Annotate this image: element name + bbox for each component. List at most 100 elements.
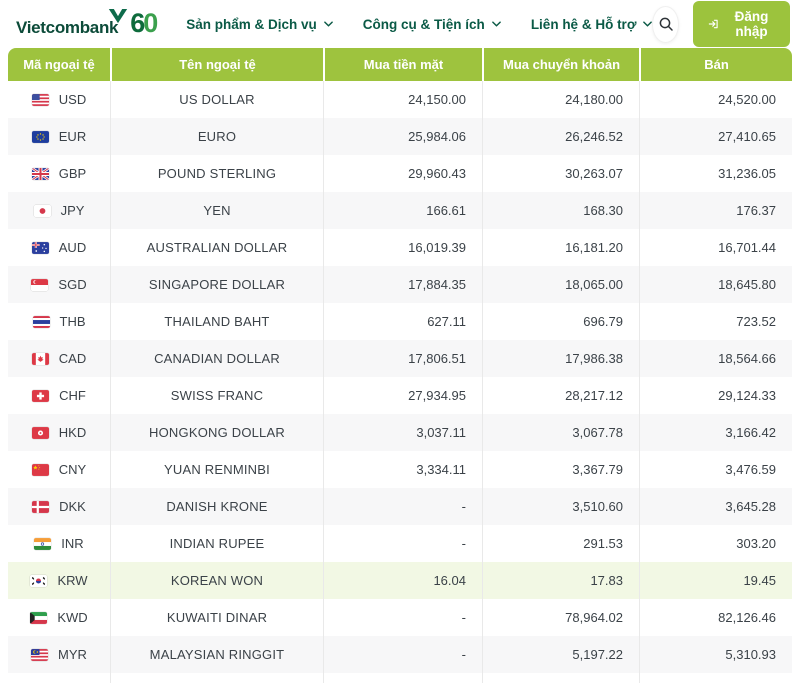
sell-cell: 29,124.33	[639, 377, 792, 414]
buy-cash-cell: 24,150.00	[323, 81, 482, 118]
currency-code: CHF	[59, 388, 86, 403]
currency-name-cell: MALAYSIAN RINGGIT	[110, 636, 323, 673]
currency-code: CNY	[58, 462, 87, 477]
currency-code: DKK	[59, 499, 86, 514]
sell-cell: 19.45	[639, 562, 792, 599]
currency-code-cell: KWD	[8, 599, 110, 636]
buy-transfer-cell: 28,217.12	[482, 377, 639, 414]
flag-thb-icon	[32, 315, 50, 328]
table-row[interactable]: CHF SWISS FRANC 27,934.95 28,217.12 29,1…	[8, 377, 792, 414]
login-button[interactable]: Đăng nhập	[693, 1, 790, 47]
currency-code-cell: INR	[8, 525, 110, 562]
buy-transfer-cell: 3,367.79	[482, 451, 639, 488]
vietcombank-v-icon	[108, 8, 128, 23]
main-nav: Sản phẩm & Dịch vụ Công cụ & Tiện ích Li…	[186, 17, 653, 32]
buy-cash-cell: 29,960.43	[323, 155, 482, 192]
table-row[interactable]: INR INDIAN RUPEE - 291.53 303.20	[8, 525, 792, 562]
flag-sgd-icon	[31, 278, 49, 291]
col-header-currency-name: Tên ngoại tệ	[110, 48, 323, 81]
currency-code: MYR	[58, 647, 87, 662]
search-button[interactable]	[652, 5, 680, 43]
currency-code-cell: KRW	[8, 562, 110, 599]
currency-name-cell: CANADIAN DOLLAR	[110, 340, 323, 377]
flag-hkd-icon	[31, 426, 49, 439]
table-row[interactable]: USD US DOLLAR 24,150.00 24,180.00 24,520…	[8, 81, 792, 118]
currency-name-cell: US DOLLAR	[110, 81, 323, 118]
buy-cash-cell: 17,884.35	[323, 266, 482, 303]
table-row[interactable]: GBP POUND STERLING 29,960.43 30,263.07 3…	[8, 155, 792, 192]
sell-cell: 18,564.66	[639, 340, 792, 377]
exchange-rates-table: Mã ngoại tệ Tên ngoại tệ Mua tiền mặt Mu…	[8, 48, 792, 683]
currency-code: THB	[59, 314, 86, 329]
table-row[interactable]: JPY YEN 166.61 168.30 176.37	[8, 192, 792, 229]
table-row[interactable]: SGD SINGAPORE DOLLAR 17,884.35 18,065.00…	[8, 266, 792, 303]
brand-name: Vietcombank	[16, 17, 119, 37]
table-row[interactable]: MYR MALAYSIAN RINGGIT - 5,197.22 5,310.9…	[8, 636, 792, 673]
col-header-sell: Bán	[639, 48, 792, 81]
buy-transfer-cell: 16,181.20	[482, 229, 639, 266]
nav-tools-utilities[interactable]: Công cụ & Tiện ích	[363, 17, 501, 32]
sell-cell: 24,520.00	[639, 81, 792, 118]
chevron-down-icon	[643, 21, 653, 27]
table-row[interactable]: KWD KUWAITI DINAR - 78,964.02 82,126.46	[8, 599, 792, 636]
table-row[interactable]: CAD CANADIAN DOLLAR 17,806.51 17,986.38 …	[8, 340, 792, 377]
buy-transfer-cell: 26,246.52	[482, 118, 639, 155]
table-row[interactable]: HKD HONGKONG DOLLAR 3,037.11 3,067.78 3,…	[8, 414, 792, 451]
currency-code: JPY	[60, 203, 85, 218]
buy-transfer-cell: 18,065.00	[482, 266, 639, 303]
login-icon	[708, 19, 718, 29]
sell-cell: 3,476.59	[639, 451, 792, 488]
currency-code: HKD	[58, 425, 87, 440]
vietcombank-logo[interactable]: Vietcombank	[16, 8, 128, 40]
table-row[interactable]: DKK DANISH KRONE - 3,510.60 3,645.28	[8, 488, 792, 525]
buy-transfer-cell: 24,180.00	[482, 81, 639, 118]
sell-cell: 18,645.80	[639, 266, 792, 303]
flag-cny-icon	[31, 463, 49, 476]
currency-code-cell: SGD	[8, 266, 110, 303]
currency-code-cell: DKK	[8, 488, 110, 525]
buy-cash-cell: 16.04	[323, 562, 482, 599]
currency-code: GBP	[58, 166, 87, 181]
flag-myr-icon	[31, 648, 49, 661]
currency-name-cell: EURO	[110, 118, 323, 155]
table-row[interactable]: EUR EURO 25,984.06 26,246.52 27,410.65	[8, 118, 792, 155]
col-header-currency-code: Mã ngoại tệ	[8, 48, 110, 81]
sell-cell: 176.37	[639, 192, 792, 229]
buy-cash-cell: 627.11	[323, 303, 482, 340]
sell-cell: 303.20	[639, 525, 792, 562]
table-row[interactable]: THB THAILAND BAHT 627.11 696.79 723.52	[8, 303, 792, 340]
currency-code: SGD	[58, 277, 87, 292]
sell-cell: 27,410.65	[639, 118, 792, 155]
buy-cash-cell: -	[323, 488, 482, 525]
flag-kwd-icon	[30, 611, 48, 624]
buy-transfer-cell: 5,197.22	[482, 636, 639, 673]
col-header-buy-transfer: Mua chuyển khoản	[482, 48, 639, 81]
buy-transfer-cell: 30,263.07	[482, 155, 639, 192]
buy-transfer-cell: 3,067.78	[482, 414, 639, 451]
currency-code: USD	[58, 92, 87, 107]
buy-cash-cell: 16,019.39	[323, 229, 482, 266]
table-row-partial	[8, 673, 792, 683]
currency-name-cell: SINGAPORE DOLLAR	[110, 266, 323, 303]
nav-contact-support[interactable]: Liên hệ & Hỗ trợ	[531, 17, 653, 32]
nav-products-services[interactable]: Sản phẩm & Dịch vụ	[186, 17, 333, 32]
table-row[interactable]: KRW KOREAN WON 16.04 17.83 19.45	[8, 562, 792, 599]
flag-krw-icon	[30, 574, 48, 587]
table-row[interactable]: AUD AUSTRALIAN DOLLAR 16,019.39 16,181.2…	[8, 229, 792, 266]
currency-code-cell: MYR	[8, 636, 110, 673]
currency-code-cell: GBP	[8, 155, 110, 192]
currency-name-cell: POUND STERLING	[110, 155, 323, 192]
currency-code-cell: THB	[8, 303, 110, 340]
currency-code: KRW	[57, 573, 88, 588]
buy-cash-cell: -	[323, 525, 482, 562]
currency-code: KWD	[57, 610, 88, 625]
anniversary-60-logo: 60	[130, 7, 158, 38]
sell-cell: 5,310.93	[639, 636, 792, 673]
table-row[interactable]: CNY YUAN RENMINBI 3,334.11 3,367.79 3,47…	[8, 451, 792, 488]
currency-code-cell: CHF	[8, 377, 110, 414]
flag-aud-icon	[31, 241, 49, 254]
currency-name-cell: INDIAN RUPEE	[110, 525, 323, 562]
currency-name-cell: KUWAITI DINAR	[110, 599, 323, 636]
currency-code-cell: USD	[8, 81, 110, 118]
flag-jpy-icon	[33, 204, 51, 217]
